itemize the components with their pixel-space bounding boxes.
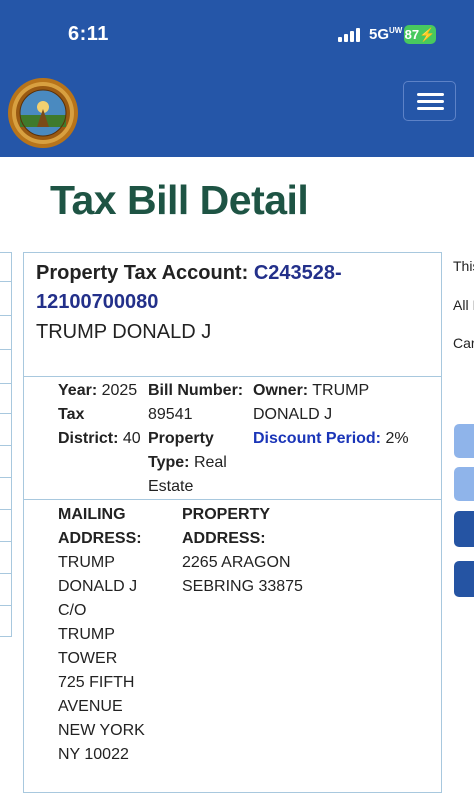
property-address-line: SEBRING 33875 xyxy=(182,578,303,595)
right-panel-text: This xyxy=(453,258,474,274)
mailing-line: TRUMP xyxy=(58,626,115,643)
network-label: 5G xyxy=(369,26,390,43)
network-indicator: 5GUW xyxy=(369,26,402,43)
right-action-button[interactable] xyxy=(454,467,474,501)
property-address-label-2: ADDRESS: xyxy=(182,527,266,551)
property-type-field: Type: Real xyxy=(148,451,227,475)
battery-icon: 87⚡ xyxy=(404,25,436,44)
bill-number-value: 89541 xyxy=(148,406,193,423)
property-address-line: 2265 ARAGON xyxy=(182,554,291,571)
right-action-button[interactable] xyxy=(454,561,474,597)
discount-label: Discount Period: xyxy=(253,430,382,447)
owner-value: TRUMP xyxy=(312,382,370,399)
mailing-line: DONALD J xyxy=(58,578,138,595)
mailing-line: NY 10022 xyxy=(58,746,129,763)
property-tax-account: Property Tax Account: C243528-1210070008… xyxy=(36,259,431,317)
account-owner: TRUMP DONALD J xyxy=(36,321,212,343)
tax-district-field: District: 40 xyxy=(58,427,141,451)
year-field: Year: 2025 xyxy=(58,379,137,403)
mailing-line: TRUMP xyxy=(58,554,115,571)
district-value: 40 xyxy=(122,430,141,447)
hamburger-menu-icon[interactable] xyxy=(403,81,456,121)
mailing-line: TOWER xyxy=(58,650,118,667)
section-divider xyxy=(24,499,441,500)
discount-value: 2% xyxy=(385,430,409,447)
battery-level: 87 xyxy=(404,27,420,42)
property-type-label-1: Property xyxy=(148,427,214,451)
property-type-label: Property xyxy=(148,430,214,447)
tax-label: Tax xyxy=(58,406,85,423)
bill-number-label: Bill Number: xyxy=(148,382,244,399)
right-action-button[interactable] xyxy=(454,511,474,547)
right-panel-text: Car xyxy=(453,335,474,351)
mailing-label-2: ADDRESS: xyxy=(58,530,142,547)
tax-district-label-1: Tax xyxy=(58,403,84,427)
district-label: District: xyxy=(58,430,119,447)
mailing-line: AVENUE xyxy=(58,698,123,715)
owner-value-2: DONALD J xyxy=(253,406,333,423)
bill-number-label-field: Bill Number: xyxy=(148,379,243,403)
county-seal-logo[interactable] xyxy=(7,77,79,149)
property-label-1: PROPERTY xyxy=(182,506,271,523)
right-action-button[interactable] xyxy=(454,424,474,458)
section-divider xyxy=(24,376,441,377)
tax-bill-card: Property Tax Account: C243528-1210070008… xyxy=(23,252,442,793)
page-title: Tax Bill Detail xyxy=(50,177,309,223)
right-panel-text: All I xyxy=(453,297,474,313)
signal-strength-icon xyxy=(338,28,362,42)
mailing-line: NEW YORK xyxy=(58,722,145,739)
property-label-2: ADDRESS: xyxy=(182,530,266,547)
mailing-address-label-2: ADDRESS: xyxy=(58,527,142,551)
mailing-label-1: MAILING xyxy=(58,506,126,523)
property-address-label: PROPERTY xyxy=(182,503,270,527)
account-label: Property Tax Account: xyxy=(36,262,249,284)
mailing-line: C/O xyxy=(58,602,87,619)
mailing-address-label: MAILING xyxy=(58,503,126,527)
left-panel-edge xyxy=(0,252,12,637)
mailing-line: 725 FIFTH xyxy=(58,674,135,691)
discount-period-field: Discount Period: 2% xyxy=(253,427,409,451)
status-time: 6:11 xyxy=(68,23,109,45)
property-type-value: Real xyxy=(193,454,227,471)
app-header: 6:11 5GUW 87⚡ xyxy=(0,0,474,157)
owner-field: Owner: TRUMP xyxy=(253,379,369,403)
year-value: 2025 xyxy=(101,382,138,399)
network-sup: UW xyxy=(389,26,403,35)
property-type-label-2: Type: xyxy=(148,454,190,471)
property-type-value-2: Estate xyxy=(148,478,194,495)
year-label: Year: xyxy=(58,382,98,399)
owner-label: Owner: xyxy=(253,382,309,399)
